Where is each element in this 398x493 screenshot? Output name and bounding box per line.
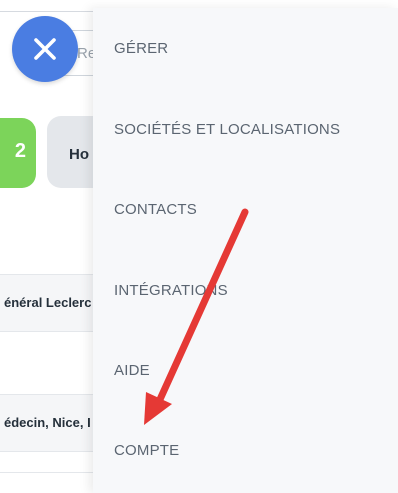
menu-item-gerer[interactable]: GÉRER <box>114 40 168 57</box>
green-action-button-label: 2 <box>14 140 26 162</box>
menu-item-integrations[interactable]: INTÉGRATIONS <box>114 282 228 299</box>
menu-item-contacts[interactable]: CONTACTS <box>114 201 197 218</box>
list-item-address: énéral Leclerc <box>4 295 92 310</box>
menu-item-societes-localisations[interactable]: SOCIÉTÉS ET LOCALISATIONS <box>114 121 340 138</box>
close-menu-button[interactable] <box>12 16 78 82</box>
side-menu-panel: GÉRER SOCIÉTÉS ET LOCALISATIONS CONTACTS… <box>93 8 398 493</box>
menu-item-compte[interactable]: COMPTE <box>114 442 179 459</box>
menu-item-aide[interactable]: AIDE <box>114 362 150 379</box>
grey-filter-button-label: Ho <box>69 146 89 163</box>
list-item-address: édecin, Nice, I <box>4 415 91 430</box>
green-action-button[interactable]: 2 <box>0 118 36 188</box>
close-icon <box>34 38 56 60</box>
